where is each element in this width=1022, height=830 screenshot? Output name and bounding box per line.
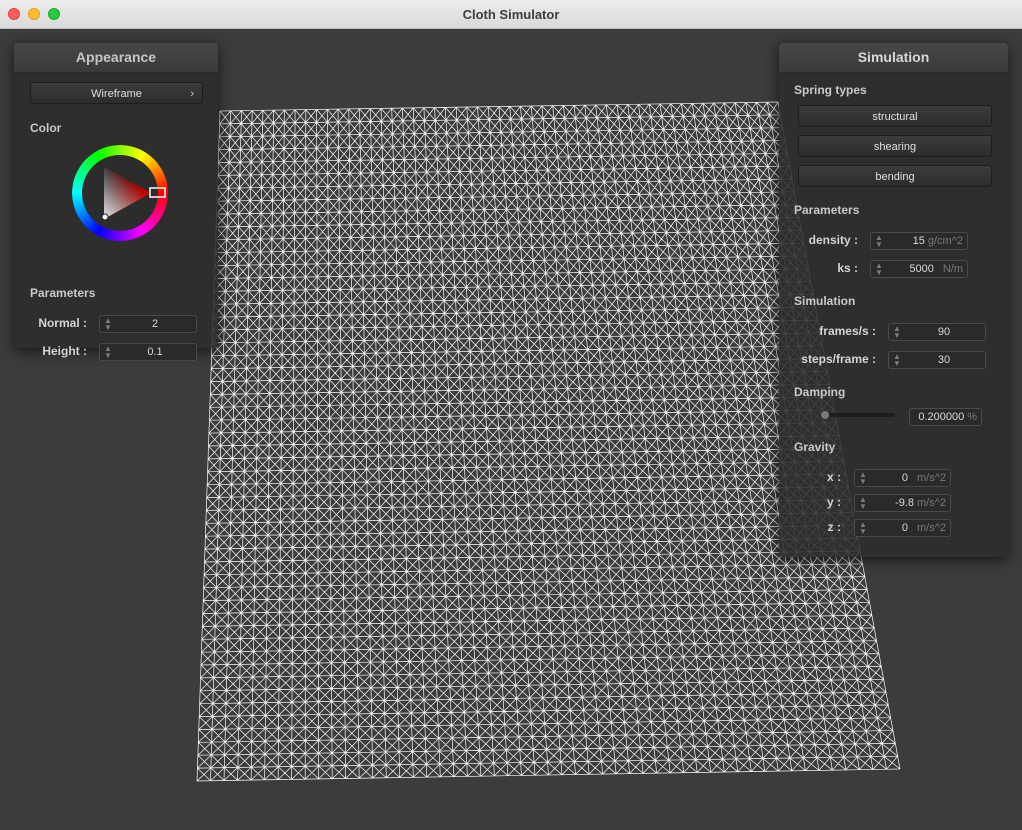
density-input[interactable]: ▲ ▼ 15 g/cm^2 <box>870 232 968 250</box>
damping-input[interactable]: 0.200000% <box>909 408 982 426</box>
simulation-viewport[interactable]: Appearance Wireframe › Color Parameters … <box>0 29 1022 830</box>
gravity-y-value: -9.8 <box>895 497 914 509</box>
height-value: 0.1 <box>147 346 163 358</box>
stepper-icon[interactable]: ▲ ▼ <box>875 262 883 277</box>
normal-value: 2 <box>151 318 159 330</box>
structural-toggle-button[interactable]: structural <box>798 105 992 127</box>
ks-unit: N/m <box>942 263 963 275</box>
stepper-icon[interactable]: ▲ ▼ <box>104 345 112 360</box>
shearing-toggle-button[interactable]: shearing <box>798 135 992 157</box>
normal-label: Normal : <box>38 316 87 330</box>
title-bar: Cloth Simulator <box>0 0 1022 29</box>
density-value: 15 <box>912 235 925 247</box>
fps-input[interactable]: ▲ ▼ 90 <box>888 323 986 341</box>
color-selector-marker[interactable] <box>101 213 109 221</box>
parameters-section-label: Parameters <box>794 203 860 217</box>
gravity-x-input[interactable]: ▲ ▼ 0 m/s^2 <box>854 469 951 487</box>
ks-input[interactable]: ▲ ▼ 5000 N/m <box>870 260 968 278</box>
damping-value: 0.200000 <box>918 411 965 423</box>
stepper-icon[interactable]: ▲ ▼ <box>859 496 867 511</box>
damping-slider[interactable] <box>820 413 895 417</box>
ks-value: 5000 <box>909 263 934 275</box>
density-unit: g/cm^2 <box>927 235 963 247</box>
normal-input[interactable]: ▲ ▼ 2 <box>99 315 197 333</box>
steps-input[interactable]: ▲ ▼ 30 <box>888 351 986 369</box>
damping-unit: % <box>967 411 977 423</box>
gravity-x-unit: m/s^2 <box>917 472 946 484</box>
color-wheel[interactable] <box>72 145 168 241</box>
steps-value: 30 <box>937 354 951 366</box>
bending-label: bending <box>875 171 915 183</box>
gravity-z-value: 0 <box>901 522 908 534</box>
gravity-z-label: z : <box>827 520 841 534</box>
gravity-x-label: x : <box>826 470 841 484</box>
shader-select-label: Wireframe <box>91 88 142 100</box>
simulation-panel: Simulation Spring types structural shear… <box>779 43 1008 557</box>
window-title: Cloth Simulator <box>462 7 560 22</box>
steps-label: steps/frame : <box>801 352 876 366</box>
ks-label: ks : <box>837 261 858 275</box>
appearance-panel-title: Appearance <box>14 43 218 73</box>
fps-label: frames/s : <box>819 324 876 338</box>
gravity-section-label: Gravity <box>794 440 836 454</box>
chevron-right-icon: › <box>190 88 194 100</box>
shader-select-button[interactable]: Wireframe › <box>30 82 203 104</box>
simulation-section-label: Simulation <box>794 294 856 308</box>
gravity-y-label: y : <box>826 495 841 509</box>
appearance-parameters-label: Parameters <box>30 286 96 300</box>
stepper-icon[interactable]: ▲ ▼ <box>859 471 867 486</box>
gravity-y-input[interactable]: ▲ ▼ -9.8 m/s^2 <box>854 494 951 512</box>
spring-types-label: Spring types <box>794 83 867 97</box>
stepper-icon[interactable]: ▲ ▼ <box>875 234 883 249</box>
appearance-panel: Appearance Wireframe › Color Parameters … <box>14 43 218 361</box>
bending-toggle-button[interactable]: bending <box>798 165 992 187</box>
simulation-panel-title: Simulation <box>779 43 1008 73</box>
shearing-label: shearing <box>873 141 917 153</box>
stepper-icon[interactable]: ▲ ▼ <box>893 353 901 368</box>
damping-section-label: Damping <box>794 385 846 399</box>
structural-label: structural <box>872 111 918 123</box>
height-label: Height : <box>42 344 87 358</box>
height-input[interactable]: ▲ ▼ 0.1 <box>99 343 197 361</box>
color-section-label: Color <box>30 121 62 135</box>
stepper-icon[interactable]: ▲ ▼ <box>859 521 867 536</box>
fps-value: 90 <box>937 326 951 338</box>
stepper-icon[interactable]: ▲ ▼ <box>104 317 112 332</box>
stepper-icon[interactable]: ▲ ▼ <box>893 325 901 340</box>
gravity-x-value: 0 <box>901 472 908 484</box>
gravity-z-unit: m/s^2 <box>917 522 946 534</box>
damping-slider-knob[interactable] <box>820 410 830 420</box>
gravity-y-unit: m/s^2 <box>917 497 946 509</box>
density-label: density : <box>808 233 858 247</box>
gravity-z-input[interactable]: ▲ ▼ 0 m/s^2 <box>854 519 951 537</box>
